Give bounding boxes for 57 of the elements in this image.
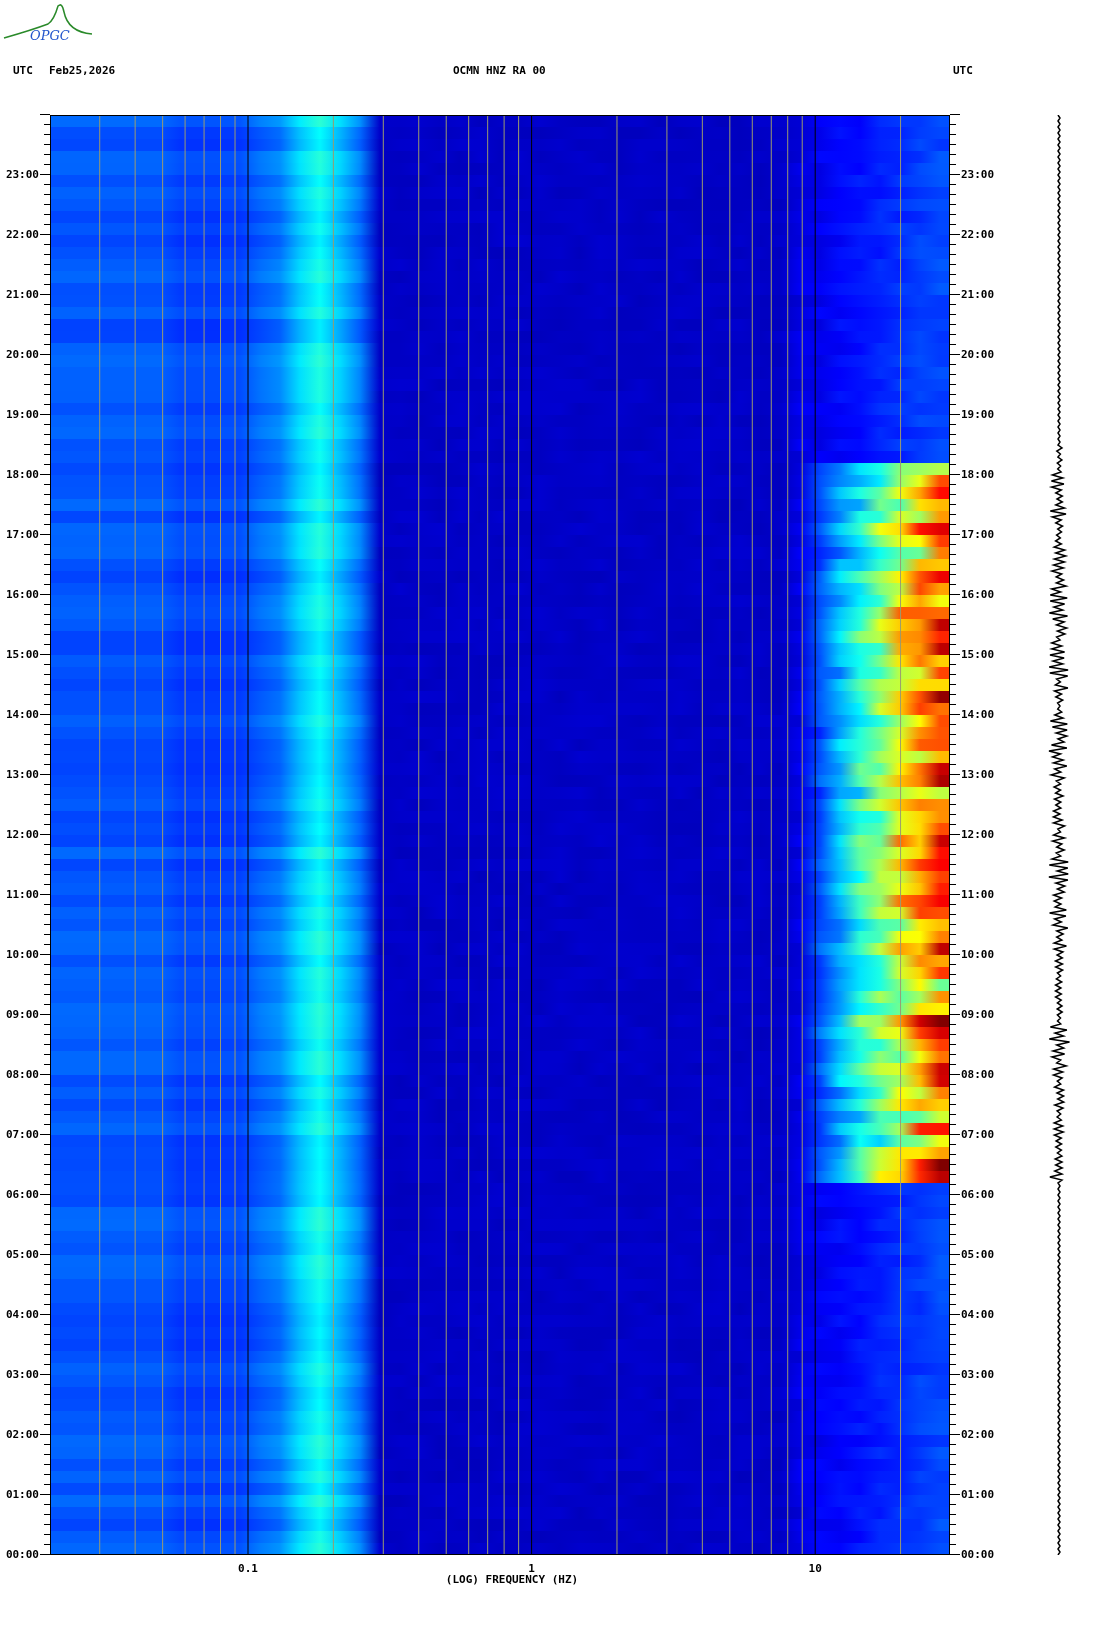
frequency-tick-label: 1 xyxy=(528,1562,535,1575)
time-label: 11:00 xyxy=(5,889,39,901)
time-label: 14:00 xyxy=(5,709,39,721)
time-label: 10:00 xyxy=(5,949,39,961)
time-label: 00:00 xyxy=(5,1549,39,1561)
time-label: 03:00 xyxy=(5,1369,39,1381)
time-label: 16:00 xyxy=(961,589,995,601)
time-label: 22:00 xyxy=(5,229,39,241)
time-label: 07:00 xyxy=(5,1129,39,1141)
time-label: 21:00 xyxy=(5,289,39,301)
time-label: 18:00 xyxy=(5,469,39,481)
time-label: 20:00 xyxy=(5,349,39,361)
time-label: 13:00 xyxy=(961,769,995,781)
time-label: 18:00 xyxy=(961,469,995,481)
time-label: 08:00 xyxy=(961,1069,995,1081)
time-label: 12:00 xyxy=(961,829,995,841)
time-label: 23:00 xyxy=(961,169,995,181)
time-label: 17:00 xyxy=(5,529,39,541)
time-label: 06:00 xyxy=(5,1189,39,1201)
time-zone-label: UTC xyxy=(13,64,33,77)
time-label: 19:00 xyxy=(5,409,39,421)
time-label: 21:00 xyxy=(961,289,995,301)
logo: OPGC xyxy=(2,0,94,44)
time-label: 01:00 xyxy=(5,1489,39,1501)
time-label: 00:00 xyxy=(961,1549,995,1561)
station-title: OCMN HNZ RA 00 xyxy=(453,64,546,77)
time-label: 13:00 xyxy=(5,769,39,781)
time-label: 12:00 xyxy=(5,829,39,841)
time-label: 05:00 xyxy=(5,1249,39,1261)
time-label: 03:00 xyxy=(961,1369,995,1381)
date-label: Feb25,2026 xyxy=(49,64,116,77)
time-label: 17:00 xyxy=(961,529,995,541)
time-label: 22:00 xyxy=(961,229,995,241)
time-label: 04:00 xyxy=(961,1309,995,1321)
time-label: 04:00 xyxy=(5,1309,39,1321)
time-label: 23:00 xyxy=(5,169,39,181)
frequency-tick-label: 0.1 xyxy=(238,1562,258,1575)
time-label: 02:00 xyxy=(961,1429,995,1441)
time-label: 06:00 xyxy=(961,1189,995,1201)
time-label: 15:00 xyxy=(5,649,39,661)
time-label: 19:00 xyxy=(961,409,995,421)
time-label: 14:00 xyxy=(961,709,995,721)
time-label: 15:00 xyxy=(961,649,995,661)
time-label: 07:00 xyxy=(961,1129,995,1141)
time-label: 10:00 xyxy=(961,949,995,961)
time-label: 02:00 xyxy=(5,1429,39,1441)
time-label: 20:00 xyxy=(961,349,995,361)
time-label: 16:00 xyxy=(5,589,39,601)
time-label: 01:00 xyxy=(961,1489,995,1501)
time-label: 05:00 xyxy=(961,1249,995,1261)
time-label: 09:00 xyxy=(961,1009,995,1021)
time-zone-label: UTC xyxy=(953,64,973,77)
time-label: 08:00 xyxy=(5,1069,39,1081)
time-label: 11:00 xyxy=(961,889,995,901)
time-label: 09:00 xyxy=(5,1009,39,1021)
frequency-tick-label: 10 xyxy=(808,1562,822,1575)
x-axis-title: (LOG) FREQUENCY (HZ) xyxy=(445,1573,579,1586)
